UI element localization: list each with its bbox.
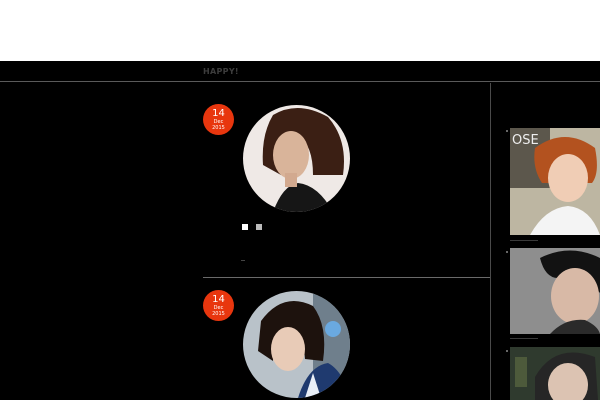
header-banner xyxy=(0,0,600,61)
sidebar-thumbnail[interactable] xyxy=(510,248,600,334)
sign-text: OSE xyxy=(512,133,539,148)
thumbnail-caption xyxy=(510,338,538,339)
post-divider xyxy=(203,277,490,278)
site-title[interactable]: HAPPY! xyxy=(203,67,239,76)
post-avatar[interactable] xyxy=(243,291,350,398)
post-avatar[interactable] xyxy=(243,105,350,212)
dark-hair-woman-image xyxy=(510,347,600,400)
sidebar-thumbnail[interactable] xyxy=(510,347,600,400)
post-date-badge: 14 Dec 2015 xyxy=(203,104,234,135)
sidebar-bullet xyxy=(506,350,508,352)
short-hair-woman-image xyxy=(510,248,600,334)
sidebar-thumbnail[interactable]: OSE xyxy=(510,128,600,235)
sidebar-divider xyxy=(490,83,491,400)
nav-bar: HAPPY! xyxy=(0,61,600,82)
smiling-woman-image: OSE xyxy=(510,128,600,235)
pager-dot[interactable] xyxy=(256,224,262,230)
date-day: 14 xyxy=(212,294,225,305)
post-meta-mark xyxy=(241,260,245,261)
pager-dot-active[interactable] xyxy=(242,224,248,230)
date-year: 2015 xyxy=(212,125,225,131)
woman-portrait-image xyxy=(243,105,350,212)
thumbnail-caption xyxy=(510,240,538,241)
date-day: 14 xyxy=(212,108,225,119)
sidebar-bullet xyxy=(506,251,508,253)
yukata-girl-portrait-image xyxy=(243,291,350,398)
post-date-badge: 14 Dec 2015 xyxy=(203,290,234,321)
sidebar-bullet xyxy=(506,130,508,132)
date-year: 2015 xyxy=(212,311,225,317)
